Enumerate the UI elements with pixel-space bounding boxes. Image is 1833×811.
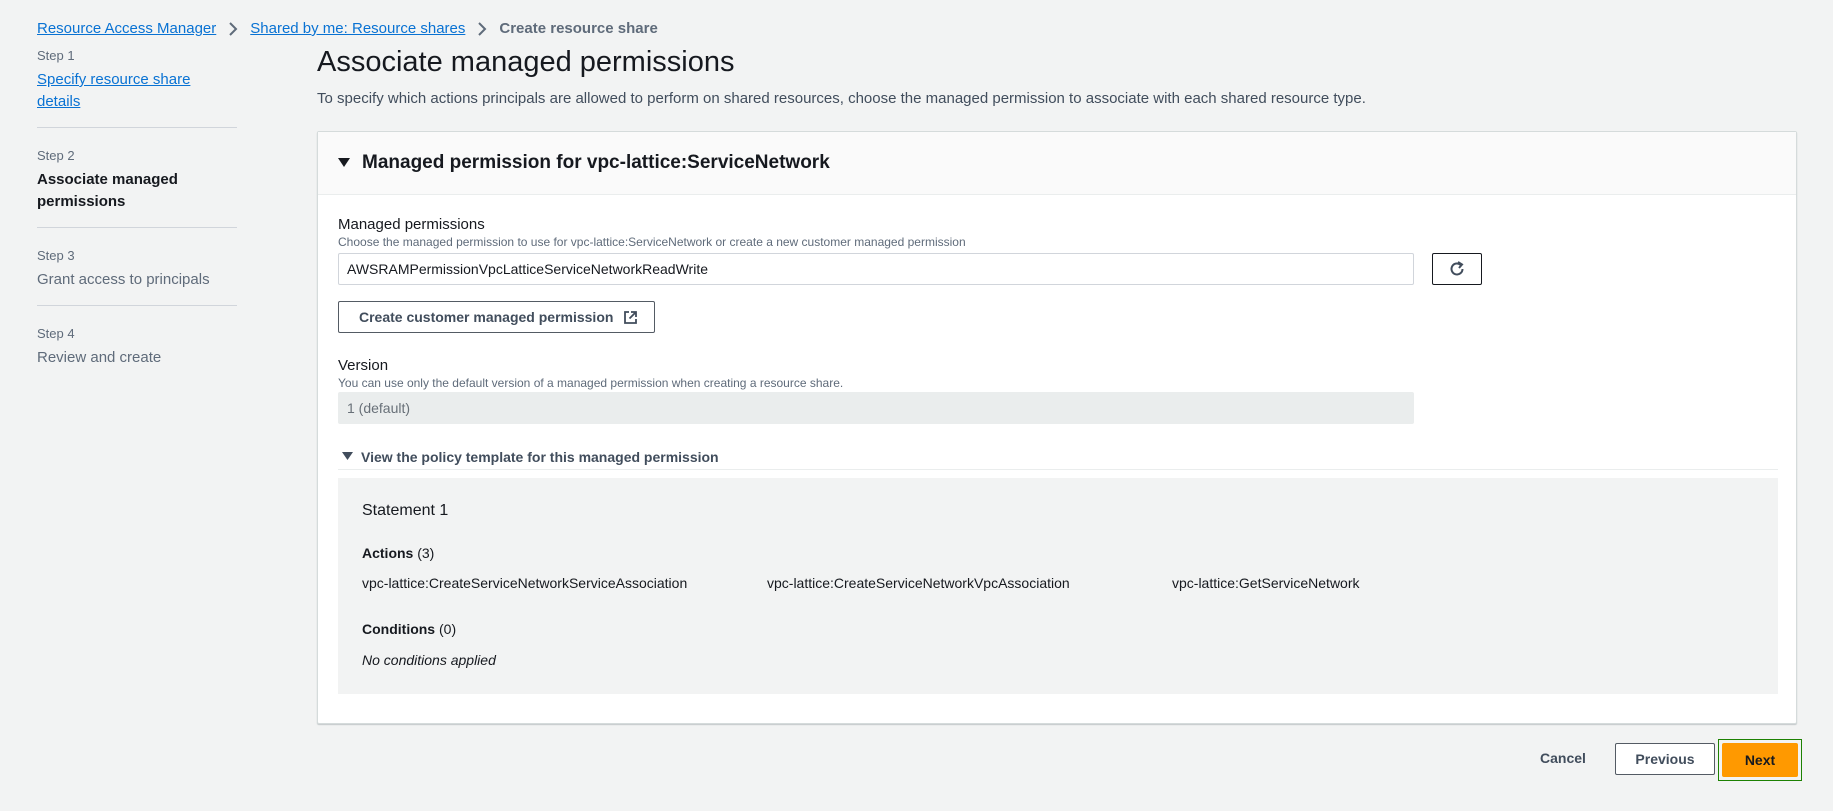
create-customer-managed-permission-button[interactable]: Create customer managed permission [338, 301, 656, 333]
next-button[interactable]: Next [1722, 743, 1798, 777]
permissions-label: Managed permissions [338, 216, 485, 233]
external-link-icon [623, 310, 638, 325]
page-title: Associate managed permissions [317, 46, 735, 78]
action-item: vpc-lattice:CreateServiceNetworkServiceA… [362, 575, 688, 591]
panel-title: Managed permission for vpc-lattice:Servi… [362, 152, 830, 173]
caret-down-icon [338, 158, 350, 168]
action-item: vpc-lattice:CreateServiceNetworkVpcAssoc… [767, 575, 1070, 591]
wizard-steps: Step 1 Specify resource share details St… [37, 48, 237, 403]
refresh-button[interactable] [1432, 253, 1482, 285]
wizard-step-3: Step 3 Grant access to principals [37, 248, 237, 306]
step-title-current: Associate managed permissions [37, 171, 178, 210]
step-title: Grant access to principals [37, 271, 210, 288]
breadcrumb-current: Create resource share [499, 20, 658, 37]
breadcrumb-resource-access-manager[interactable]: Resource Access Manager [37, 20, 216, 37]
managed-permission-panel: Managed permission for vpc-lattice:Servi… [317, 131, 1797, 724]
chevron-right-icon [228, 21, 238, 36]
previous-button[interactable]: Previous [1615, 743, 1715, 775]
cancel-button[interactable]: Cancel [1530, 742, 1596, 774]
conditions-count: (0) [439, 621, 457, 637]
permissions-description: Choose the managed permission to use for… [338, 235, 966, 249]
policy-template-expander[interactable]: View the policy template for this manage… [338, 444, 1778, 470]
breadcrumb-resource-shares[interactable]: Shared by me: Resource shares [250, 20, 465, 37]
statement-title: Statement 1 [362, 502, 449, 519]
refresh-icon [1448, 260, 1466, 278]
page-description: To specify which actions principals are … [317, 90, 1366, 107]
step-title: Review and create [37, 349, 162, 366]
actions-label: Actions [362, 545, 414, 561]
breadcrumb: Resource Access Manager Shared by me: Re… [37, 20, 658, 37]
action-item: vpc-lattice:GetServiceNetwork [1172, 575, 1360, 591]
chevron-right-icon [477, 21, 487, 36]
step-link-specify-details[interactable]: Specify resource share details [37, 69, 237, 113]
next-button-focus-ring: Next [1718, 739, 1802, 781]
actions-count: (3) [417, 545, 435, 561]
version-select-disabled: 1 (default) [338, 392, 1414, 424]
expander-label: View the policy template for this manage… [361, 448, 719, 465]
no-conditions-text: No conditions applied [362, 652, 496, 668]
step-number: Step 2 [37, 148, 75, 163]
step-number: Step 3 [37, 248, 75, 263]
create-button-label: Create customer managed permission [359, 309, 614, 325]
wizard-step-4: Step 4 Review and create [37, 326, 237, 383]
version-description: You can use only the default version of … [338, 376, 844, 390]
policy-template-box: Statement 1 Actions (3) vpc-lattice:Crea… [338, 478, 1778, 694]
managed-permission-select[interactable]: AWSRAMPermissionVpcLatticeServiceNetwork… [338, 253, 1414, 285]
conditions-header: Conditions (0) [362, 621, 456, 637]
caret-down-icon [342, 452, 353, 461]
conditions-label: Conditions [362, 621, 436, 637]
wizard-step-2: Step 2 Associate managed permissions [37, 148, 237, 228]
wizard-step-1: Step 1 Specify resource share details [37, 48, 237, 128]
version-label: Version [338, 357, 389, 374]
step-number: Step 1 [37, 48, 75, 63]
actions-header: Actions (3) [362, 545, 434, 561]
step-number: Step 4 [37, 326, 75, 341]
panel-header[interactable]: Managed permission for vpc-lattice:Servi… [318, 132, 1796, 195]
